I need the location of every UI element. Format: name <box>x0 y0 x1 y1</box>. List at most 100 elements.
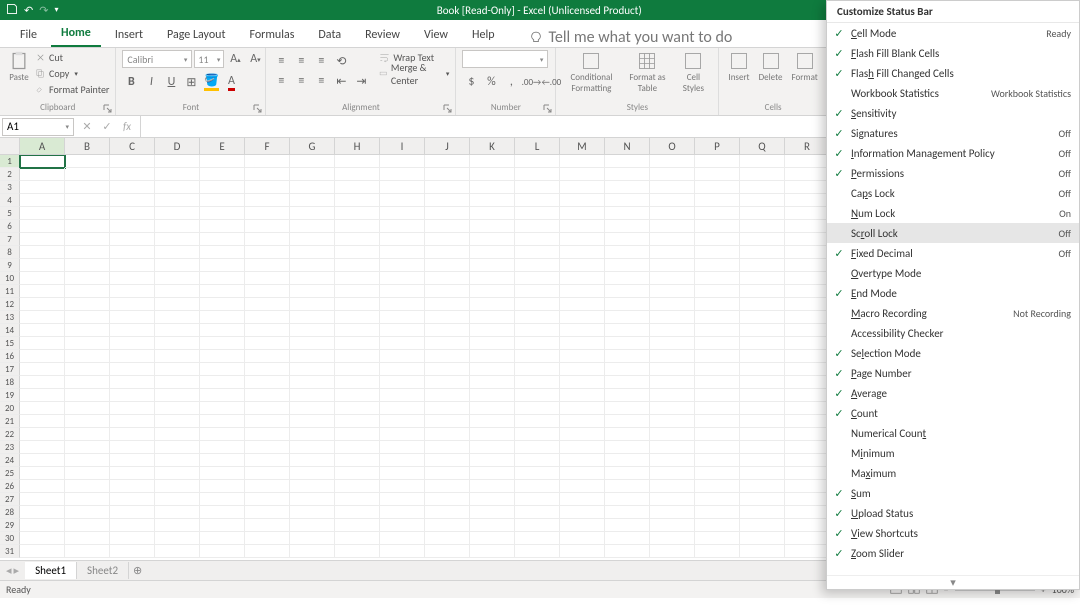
cell[interactable] <box>650 428 695 441</box>
cell[interactable] <box>155 532 200 545</box>
cell[interactable] <box>65 493 110 506</box>
cell[interactable] <box>650 259 695 272</box>
cell[interactable] <box>290 402 335 415</box>
cell[interactable] <box>650 168 695 181</box>
cell[interactable] <box>290 519 335 532</box>
cell[interactable] <box>695 363 740 376</box>
cell[interactable] <box>785 194 830 207</box>
cell[interactable] <box>740 467 785 480</box>
cell[interactable] <box>335 350 380 363</box>
cell[interactable] <box>335 402 380 415</box>
save-icon[interactable] <box>6 3 18 18</box>
cell[interactable] <box>515 363 560 376</box>
cell[interactable] <box>425 272 470 285</box>
cell[interactable] <box>425 376 470 389</box>
bold-button[interactable]: B <box>122 73 140 91</box>
cell[interactable] <box>605 272 650 285</box>
row-header[interactable]: 4 <box>0 194 20 207</box>
cell[interactable] <box>650 545 695 558</box>
cell[interactable] <box>65 467 110 480</box>
cell[interactable] <box>740 389 785 402</box>
cell[interactable] <box>65 324 110 337</box>
cell[interactable] <box>65 480 110 493</box>
cell[interactable] <box>245 285 290 298</box>
cell[interactable] <box>470 220 515 233</box>
cell[interactable] <box>20 532 65 545</box>
cell[interactable] <box>380 194 425 207</box>
row-header[interactable]: 9 <box>0 259 20 272</box>
cell[interactable] <box>425 233 470 246</box>
cell[interactable] <box>335 298 380 311</box>
select-all-corner[interactable] <box>0 138 20 154</box>
cell[interactable] <box>290 233 335 246</box>
row-header[interactable]: 25 <box>0 467 20 480</box>
cell[interactable] <box>785 402 830 415</box>
row-header[interactable]: 30 <box>0 532 20 545</box>
column-header[interactable]: I <box>380 138 425 154</box>
cell[interactable] <box>110 519 155 532</box>
cell[interactable] <box>65 311 110 324</box>
cell[interactable] <box>245 168 290 181</box>
cell[interactable] <box>560 168 605 181</box>
cell[interactable] <box>785 233 830 246</box>
cell[interactable] <box>560 519 605 532</box>
cell[interactable] <box>65 337 110 350</box>
sheet-nav-prev-icon[interactable]: ◂ <box>6 564 12 577</box>
cell[interactable] <box>425 467 470 480</box>
cell[interactable] <box>65 402 110 415</box>
cell[interactable] <box>515 246 560 259</box>
cell[interactable] <box>695 298 740 311</box>
cell[interactable] <box>470 519 515 532</box>
name-box[interactable]: A1▾ <box>2 118 74 136</box>
cancel-formula-icon[interactable]: ✕ <box>80 120 94 133</box>
cell[interactable] <box>65 285 110 298</box>
status-bar-option-fixed-decimal[interactable]: ✓Fixed DecimalOff <box>827 243 1079 263</box>
cell[interactable] <box>695 428 740 441</box>
cell[interactable] <box>515 259 560 272</box>
decrease-font-icon[interactable]: A▾ <box>246 50 264 68</box>
cell[interactable] <box>515 467 560 480</box>
cell[interactable] <box>245 337 290 350</box>
cell[interactable] <box>785 168 830 181</box>
cell[interactable] <box>245 181 290 194</box>
cell[interactable] <box>380 220 425 233</box>
cell[interactable] <box>380 467 425 480</box>
cell[interactable] <box>785 415 830 428</box>
cell[interactable] <box>740 168 785 181</box>
cell[interactable] <box>785 480 830 493</box>
cell[interactable] <box>65 350 110 363</box>
cell[interactable] <box>470 259 515 272</box>
cell[interactable] <box>740 363 785 376</box>
cell[interactable] <box>155 246 200 259</box>
border-button[interactable]: ⊞ <box>182 73 200 91</box>
column-header[interactable]: G <box>290 138 335 154</box>
cell[interactable] <box>560 181 605 194</box>
tell-me-search[interactable]: Tell me what you want to do <box>529 28 733 47</box>
column-header[interactable]: H <box>335 138 380 154</box>
cell[interactable] <box>785 532 830 545</box>
row-header[interactable]: 11 <box>0 285 20 298</box>
cell[interactable] <box>605 337 650 350</box>
cell[interactable] <box>470 454 515 467</box>
cell[interactable] <box>335 207 380 220</box>
cell[interactable] <box>515 454 560 467</box>
sheet-tab[interactable]: Sheet2 <box>77 562 129 579</box>
row-header[interactable]: 23 <box>0 441 20 454</box>
cell[interactable] <box>290 259 335 272</box>
cell[interactable] <box>290 428 335 441</box>
cell[interactable] <box>560 155 605 168</box>
cell[interactable] <box>335 389 380 402</box>
cell[interactable] <box>65 298 110 311</box>
cell[interactable] <box>740 181 785 194</box>
cell[interactable] <box>425 454 470 467</box>
status-bar-option-permissions[interactable]: ✓PermissionsOff <box>827 163 1079 183</box>
cell[interactable] <box>335 454 380 467</box>
cell[interactable] <box>245 389 290 402</box>
status-bar-option-page-number[interactable]: ✓Page Number <box>827 363 1079 383</box>
cell[interactable] <box>605 207 650 220</box>
tab-insert[interactable]: Insert <box>105 22 153 47</box>
cell[interactable] <box>740 246 785 259</box>
cell[interactable] <box>335 428 380 441</box>
cell[interactable] <box>200 246 245 259</box>
cell[interactable] <box>245 272 290 285</box>
